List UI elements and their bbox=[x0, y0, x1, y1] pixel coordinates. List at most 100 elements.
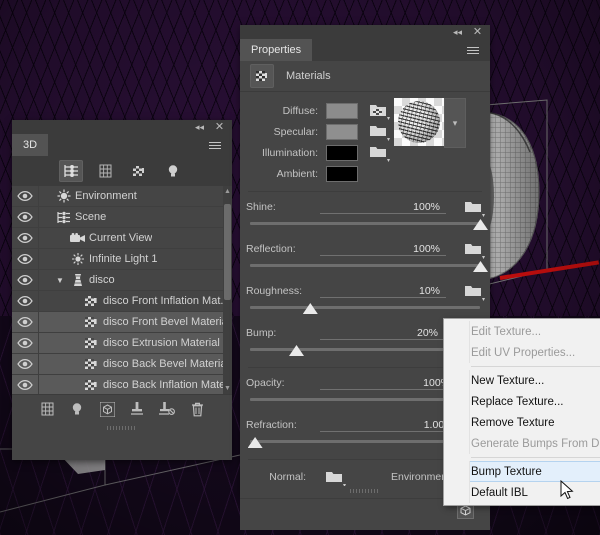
slider-track[interactable] bbox=[250, 218, 480, 234]
slider-track[interactable] bbox=[250, 302, 480, 318]
environment-icon bbox=[53, 189, 75, 203]
panel-menu-icon[interactable] bbox=[462, 39, 490, 61]
tree-item-disco-extrusion-material[interactable]: disco Extrusion Material bbox=[12, 333, 232, 354]
color-swatch[interactable] bbox=[326, 145, 358, 161]
scene-filter-toolbar bbox=[12, 156, 232, 186]
chevron-down-icon[interactable]: ▼ bbox=[53, 276, 67, 285]
tree-item-scene[interactable]: Scene bbox=[12, 207, 232, 228]
lights-filter[interactable] bbox=[161, 160, 185, 182]
tree-item-disco-back-bevel-material[interactable]: disco Back Bevel Material bbox=[12, 354, 232, 375]
menu-separator bbox=[471, 457, 600, 458]
scroll-down-icon[interactable]: ▼ bbox=[223, 383, 232, 394]
material-color-row: Ambient: bbox=[240, 163, 490, 184]
slider-value[interactable]: 100% bbox=[320, 243, 446, 256]
panel-3d-resize-grip[interactable] bbox=[12, 423, 232, 432]
tree-item-infinite-light-1[interactable]: Infinite Light 1 bbox=[12, 249, 232, 270]
tree-item-disco-front-bevel-material[interactable]: disco Front Bevel Material bbox=[12, 312, 232, 333]
slider-value[interactable]: 20% bbox=[320, 327, 444, 340]
add-constraint-button[interactable] bbox=[129, 401, 145, 417]
panel-menu-icon[interactable] bbox=[204, 134, 232, 156]
menu-item-new-texture[interactable]: New Texture... bbox=[444, 370, 600, 391]
color-swatch[interactable] bbox=[326, 124, 358, 140]
slider-label: Opacity: bbox=[246, 377, 320, 389]
tree-item-disco[interactable]: ▼ disco bbox=[12, 270, 232, 291]
panel-properties-tabstrip: Properties bbox=[240, 39, 490, 61]
visibility-toggle[interactable] bbox=[12, 207, 39, 227]
menu-item-replace-texture[interactable]: Replace Texture... bbox=[444, 391, 600, 412]
slider-value[interactable]: 10% bbox=[320, 285, 446, 298]
tabstrip-filler bbox=[313, 39, 462, 61]
slider-value[interactable]: 1.000 bbox=[320, 419, 456, 432]
materials-filter[interactable] bbox=[127, 160, 151, 182]
color-row-label: Diffuse: bbox=[246, 105, 326, 117]
slider-label: Roughness: bbox=[246, 285, 320, 297]
folder-icon[interactable]: ▾ bbox=[465, 200, 482, 215]
tree-item-label: Current View bbox=[89, 232, 152, 244]
delete-button[interactable] bbox=[189, 401, 205, 417]
slider-value[interactable]: 100% bbox=[320, 201, 446, 214]
collapse-icon[interactable]: ◂◂ bbox=[451, 26, 464, 38]
mesh-filter[interactable] bbox=[93, 160, 117, 182]
menu-item-remove-texture[interactable]: Remove Texture bbox=[444, 412, 600, 433]
visibility-toggle[interactable] bbox=[12, 186, 39, 206]
add-material-button[interactable] bbox=[99, 401, 115, 417]
material-slider-group: Reflection:100% ▾ bbox=[240, 240, 490, 276]
tree-item-label: disco Back Inflation Mate... bbox=[103, 379, 232, 391]
slider-track[interactable] bbox=[250, 260, 480, 276]
material-icon bbox=[85, 379, 99, 392]
tab-properties[interactable]: Properties bbox=[240, 39, 313, 61]
tree-item-disco-back-inflation-mate[interactable]: disco Back Inflation Mate... bbox=[12, 375, 232, 394]
visibility-toggle[interactable] bbox=[12, 333, 39, 353]
tree-scroll-thumb[interactable] bbox=[224, 204, 231, 300]
texture-folder-icon[interactable]: ▾ bbox=[370, 103, 387, 118]
materials-icon bbox=[250, 64, 274, 88]
visibility-toggle[interactable] bbox=[12, 249, 39, 269]
panel-3d[interactable]: ◂◂ ✕ 3D bbox=[12, 120, 232, 460]
scroll-up-icon[interactable]: ▲ bbox=[223, 186, 232, 197]
slider-label: Reflection: bbox=[246, 243, 320, 255]
materials-section-header: Materials bbox=[240, 61, 490, 92]
slider-label: Shine: bbox=[246, 201, 320, 213]
chevron-down-icon[interactable]: ▾ bbox=[444, 98, 466, 148]
folder-icon[interactable]: ▾ bbox=[370, 124, 387, 139]
menu-item-bump-texture[interactable]: Bump Texture bbox=[444, 461, 600, 482]
scene-tree[interactable]: Environment Scene Current View Infinite … bbox=[12, 186, 232, 394]
scene-tree-icon bbox=[53, 211, 75, 224]
color-swatch[interactable] bbox=[326, 103, 358, 119]
tab-3d[interactable]: 3D bbox=[12, 134, 49, 156]
texture-context-menu[interactable]: Edit Texture...Edit UV Properties...New … bbox=[443, 318, 600, 506]
remove-constraint-button[interactable] bbox=[159, 401, 175, 417]
eye-icon bbox=[17, 212, 33, 222]
material-sphere-preview[interactable] bbox=[394, 98, 444, 146]
normal-folder-icon[interactable]: ▾ bbox=[326, 470, 343, 485]
folder-icon[interactable]: ▾ bbox=[465, 242, 482, 257]
close-icon[interactable]: ✕ bbox=[213, 121, 226, 133]
scene-filter[interactable] bbox=[59, 160, 83, 182]
close-icon[interactable]: ✕ bbox=[471, 26, 484, 38]
folder-icon bbox=[465, 242, 481, 255]
collapse-icon[interactable]: ◂◂ bbox=[193, 121, 206, 133]
folder-icon[interactable]: ▾ bbox=[465, 284, 482, 299]
tree-scrollbar[interactable]: ▲ ▼ bbox=[223, 186, 232, 394]
visibility-toggle[interactable] bbox=[12, 354, 39, 374]
infinite-light-icon bbox=[71, 252, 85, 266]
eye-icon bbox=[17, 275, 33, 285]
tree-item-environment[interactable]: Environment bbox=[12, 186, 232, 207]
tree-item-current-view[interactable]: Current View bbox=[12, 228, 232, 249]
render-cube-icon bbox=[100, 402, 115, 417]
menu-item-default-ibl[interactable]: Default IBL bbox=[444, 482, 600, 503]
tree-item-disco-front-inflation-mat[interactable]: disco Front Inflation Mat... bbox=[12, 291, 232, 312]
material-icon bbox=[85, 316, 99, 329]
visibility-toggle[interactable] bbox=[12, 312, 39, 332]
visibility-toggle[interactable] bbox=[12, 375, 39, 394]
visibility-toggle[interactable] bbox=[12, 270, 39, 290]
visibility-toggle[interactable] bbox=[12, 291, 39, 311]
slider-value[interactable]: 100% bbox=[320, 377, 456, 390]
materials-icon bbox=[132, 164, 146, 178]
visibility-toggle[interactable] bbox=[12, 228, 39, 248]
add-mesh-button[interactable] bbox=[39, 401, 55, 417]
add-light-button[interactable] bbox=[69, 401, 85, 417]
folder-icon[interactable]: ▾ bbox=[370, 145, 387, 160]
material-slider-group: Shine:100% ▾ bbox=[240, 198, 490, 234]
color-swatch[interactable] bbox=[326, 166, 358, 182]
